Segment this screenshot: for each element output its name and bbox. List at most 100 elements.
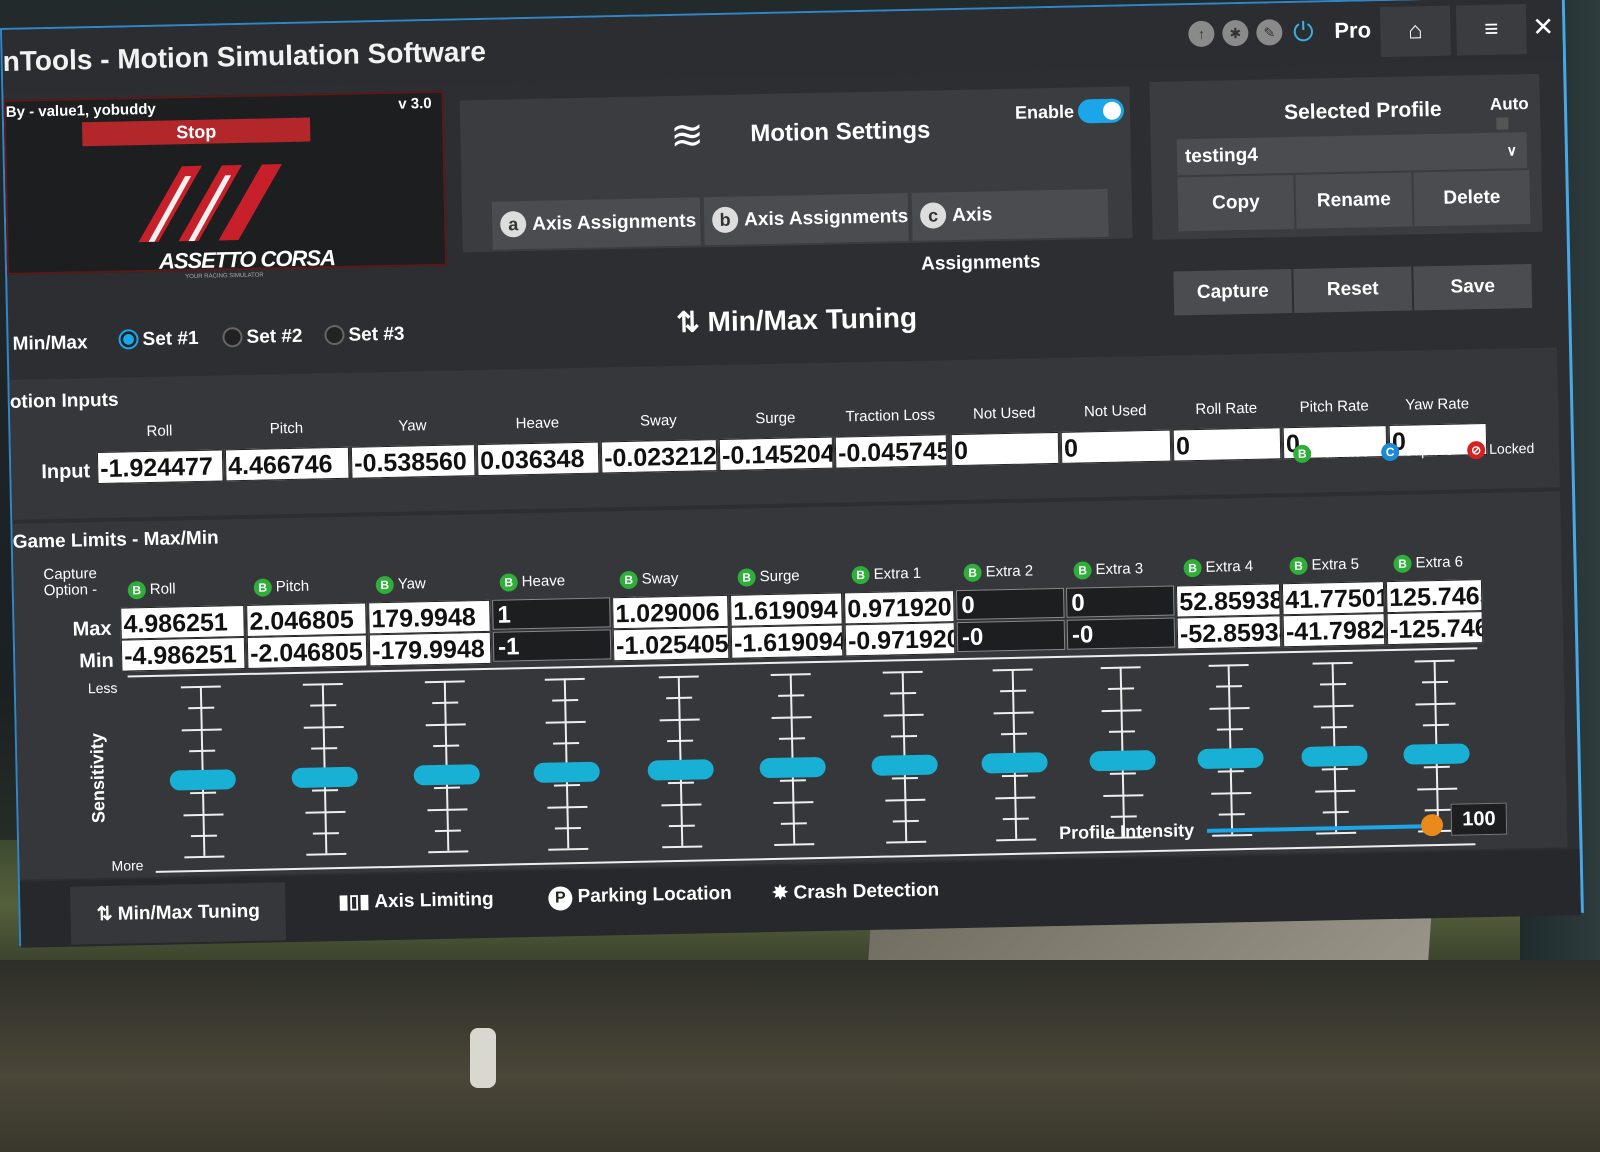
- axis-assignments-b-button[interactable]: b Axis Assignments: [703, 193, 909, 246]
- slider-tick: [891, 777, 918, 780]
- limit-column-header[interactable]: B Extra 3: [1073, 560, 1143, 580]
- input-value-field[interactable]: -0.023212: [600, 439, 718, 474]
- limit-column-header[interactable]: B Extra 6: [1393, 553, 1463, 573]
- balance-icon[interactable]: B: [375, 575, 394, 595]
- limit-max-field[interactable]: 2.046805: [246, 602, 367, 637]
- menu-button[interactable]: ≡: [1455, 4, 1527, 56]
- tab-axis-limiting[interactable]: ▮▯▮ Axis Limiting: [338, 888, 494, 914]
- save-button[interactable]: Save: [1413, 263, 1533, 311]
- limit-column-header[interactable]: B Roll: [127, 580, 176, 600]
- axis-assignments-a-button[interactable]: a Axis Assignments: [491, 197, 701, 250]
- input-column-header: Not Used: [972, 404, 1036, 423]
- balance-icon[interactable]: B: [1289, 556, 1308, 576]
- limit-column-header[interactable]: B Extra 2: [963, 562, 1033, 582]
- balance-icon[interactable]: B: [253, 578, 272, 597]
- input-column-header: Surge: [755, 409, 796, 428]
- limit-column-header[interactable]: B Surge: [737, 567, 800, 587]
- limit-column-header[interactable]: B Yaw: [375, 575, 426, 595]
- tab-parking-location[interactable]: P Parking Location: [548, 883, 732, 911]
- pencil-icon[interactable]: ✎: [1256, 19, 1283, 46]
- limit-column-label: Extra 1: [873, 564, 922, 583]
- sensitivity-slider-handle[interactable]: [1089, 749, 1156, 771]
- slider-tick: [1424, 808, 1451, 812]
- limit-max-field[interactable]: 0: [955, 587, 1065, 621]
- balance-icon[interactable]: B: [1393, 554, 1412, 573]
- balance-icon[interactable]: B: [851, 565, 870, 585]
- tab-minmax-tuning[interactable]: ⇅ Min/Max Tuning: [69, 882, 287, 945]
- set-2-radio[interactable]: Set #2: [222, 326, 303, 350]
- limit-max-field[interactable]: 1.619094: [730, 592, 843, 627]
- sensitivity-slider-handle[interactable]: [1197, 747, 1264, 769]
- input-value-field[interactable]: 4.466746: [224, 446, 350, 482]
- slider-tick: [1000, 689, 1027, 693]
- close-icon[interactable]: ✕: [1532, 11, 1554, 42]
- balance-icon[interactable]: B: [1183, 558, 1202, 578]
- balance-icon[interactable]: B: [499, 573, 518, 592]
- limit-column-header[interactable]: B Extra 1: [851, 564, 922, 585]
- slider-tick: [992, 668, 1033, 672]
- tab-crash-detection[interactable]: ✸ Crash Detection: [772, 879, 939, 905]
- enable-toggle[interactable]: [1077, 98, 1125, 124]
- gear-icon[interactable]: ✱: [1222, 19, 1249, 47]
- sensitivity-slider-handle[interactable]: [533, 761, 600, 783]
- upload-icon[interactable]: ↑: [1188, 20, 1215, 48]
- set-3-radio[interactable]: Set #3: [324, 324, 405, 348]
- delete-button[interactable]: Delete: [1413, 170, 1531, 227]
- balance-icon[interactable]: B: [127, 581, 146, 600]
- limit-max-field[interactable]: 4.986251: [120, 605, 245, 640]
- sensitivity-slider-handle[interactable]: [1403, 742, 1470, 765]
- input-row-label: Input: [41, 460, 91, 484]
- limit-column-header[interactable]: B Heave: [499, 572, 566, 592]
- input-value-field[interactable]: 0: [1172, 427, 1282, 462]
- balance-icon[interactable]: B: [963, 563, 982, 582]
- sensitivity-slider-handle[interactable]: [871, 754, 938, 776]
- limit-column-header[interactable]: B Extra 5: [1289, 556, 1359, 576]
- input-value-field[interactable]: 0: [1060, 429, 1172, 464]
- sensitivity-slider-handle[interactable]: [169, 768, 236, 791]
- intensity-value[interactable]: 100: [1450, 802, 1508, 836]
- input-value-field[interactable]: 0.036348: [476, 441, 600, 477]
- power-icon[interactable]: ⏻: [1290, 16, 1317, 46]
- auto-checkbox[interactable]: Auto: [1490, 94, 1541, 135]
- balance-icon[interactable]: B: [1073, 561, 1092, 580]
- limit-column-header[interactable]: B Extra 4: [1183, 558, 1253, 578]
- slider-tick: [1212, 833, 1253, 837]
- limit-max-field[interactable]: 0.971920: [844, 590, 955, 625]
- sensitivity-slider-handle[interactable]: [647, 758, 714, 781]
- limit-column-header[interactable]: B Pitch: [253, 578, 310, 597]
- slider-tick: [312, 831, 339, 835]
- balance-icon[interactable]: B: [737, 568, 756, 587]
- radio-icon: [324, 324, 345, 346]
- slider-tick: [1217, 770, 1244, 773]
- copy-button[interactable]: Copy: [1177, 174, 1295, 232]
- input-value-field[interactable]: -1.924477: [96, 449, 224, 485]
- balance-icon[interactable]: B: [619, 570, 638, 590]
- limit-max-field[interactable]: 0: [1065, 585, 1175, 618]
- sensitivity-slider-handle[interactable]: [759, 756, 826, 778]
- input-value-field[interactable]: -0.145204: [718, 436, 834, 472]
- rename-button[interactable]: Rename: [1295, 172, 1413, 229]
- sensitivity-slider-handle[interactable]: [1301, 745, 1368, 767]
- reset-button[interactable]: Reset: [1293, 266, 1413, 313]
- limit-max-field[interactable]: 1.029006: [612, 594, 729, 630]
- input-value-field[interactable]: 0: [950, 431, 1060, 467]
- limit-max-field[interactable]: 125.7465: [1385, 579, 1483, 614]
- limit-column-header[interactable]: B Sway: [619, 570, 679, 590]
- sensitivity-slider-handle[interactable]: [981, 751, 1048, 774]
- limit-max-field[interactable]: 179.9948: [368, 599, 491, 635]
- set-1-radio[interactable]: Set #1: [118, 328, 199, 352]
- capture-button[interactable]: Capture: [1173, 269, 1293, 316]
- home-button[interactable]: ⌂: [1379, 5, 1451, 58]
- axis-assignments-c-button[interactable]: c Axis Assignments: [911, 188, 1109, 275]
- limit-max-field[interactable]: 41.77501: [1281, 581, 1385, 616]
- profile-select[interactable]: testing4 ∨: [1176, 132, 1528, 176]
- slider-tick: [545, 720, 586, 724]
- sensitivity-slider-handle[interactable]: [291, 766, 358, 788]
- input-value-field[interactable]: -0.045745: [834, 434, 948, 469]
- limit-max-field[interactable]: 52.85938: [1175, 583, 1281, 618]
- sensitivity-slider-handle[interactable]: [413, 763, 480, 785]
- limit-max-field[interactable]: 1: [492, 597, 611, 630]
- stop-button[interactable]: Stop: [81, 117, 311, 147]
- input-value-field[interactable]: -0.538560: [350, 444, 476, 479]
- slider-tick: [1313, 704, 1354, 708]
